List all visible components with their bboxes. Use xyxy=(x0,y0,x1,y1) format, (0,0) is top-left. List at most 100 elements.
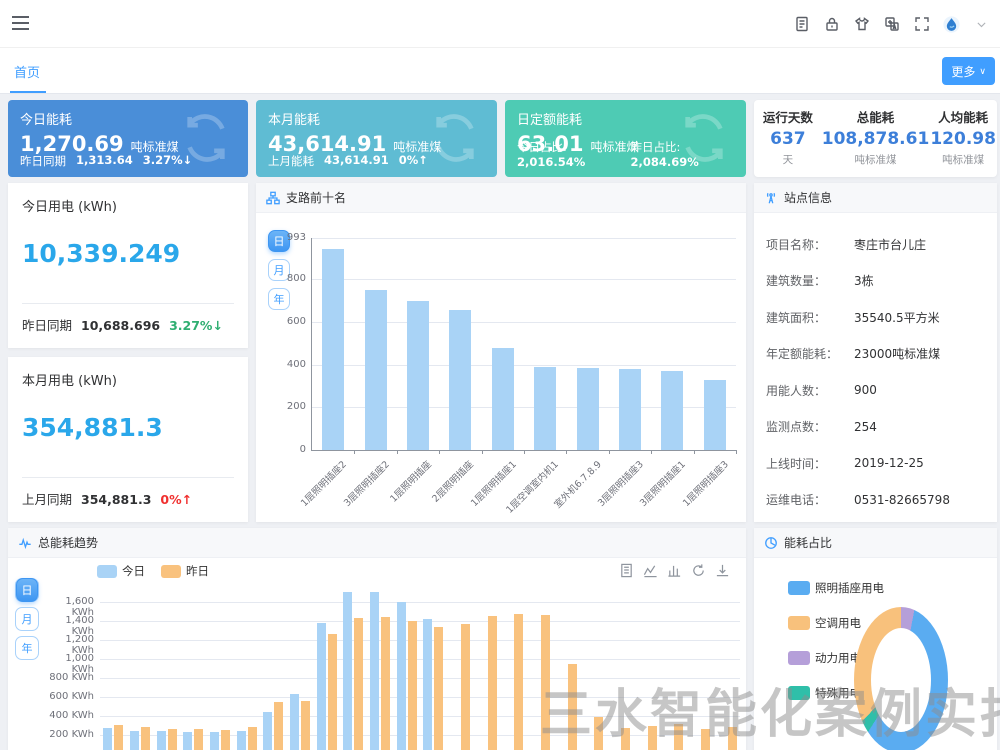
compare-label: 上月能耗 xyxy=(268,153,314,169)
panel-site-info: 站点信息 项目名称：枣庄市台儿庄 建筑数量：3栋 建筑面积：35540.5平方米… xyxy=(754,183,997,522)
trend-bar-yesterday[interactable] xyxy=(434,627,443,750)
trend-bar-yesterday[interactable] xyxy=(701,729,710,750)
trend-period-month-button[interactable]: 月 xyxy=(15,607,39,631)
site-info-row: 用能人数：900 xyxy=(766,372,985,409)
trend-bar-yesterday[interactable] xyxy=(408,621,417,750)
trend-bar-yesterday[interactable] xyxy=(728,727,737,750)
branch-bar-chart[interactable]: 02004006008009931层照明插座23层照明插座21层照明插座2层照明… xyxy=(312,238,736,450)
trend-bar-yesterday[interactable] xyxy=(594,717,603,750)
branch-bar[interactable] xyxy=(449,310,471,450)
legend-item-yesterday[interactable]: 昨日 xyxy=(161,563,209,579)
trend-bar-yesterday[interactable] xyxy=(328,634,337,750)
trend-bar-today[interactable] xyxy=(157,731,166,750)
more-caret-icon: ∨ xyxy=(979,66,986,77)
usage-compare-value: 354,881.3 xyxy=(81,492,151,507)
trend-bar-yesterday[interactable] xyxy=(514,614,523,750)
legend-label: 空调用电 xyxy=(815,615,861,631)
chevron-down-icon[interactable] xyxy=(973,16,990,33)
trend-bar-yesterday[interactable] xyxy=(194,729,203,750)
trend-bar-today[interactable] xyxy=(183,732,192,750)
usage-title: 今日用电 (kWh) xyxy=(22,196,234,215)
trend-bar-yesterday[interactable] xyxy=(674,724,683,750)
legend-swatch xyxy=(97,565,117,578)
trend-bar-yesterday[interactable] xyxy=(168,729,177,750)
refresh-icon[interactable] xyxy=(691,563,706,578)
card-month-energy: 本月能耗 43,614.91 吨标准煤 上月能耗 43,614.91 0%↑ xyxy=(256,100,497,177)
top-navbar xyxy=(0,0,1000,48)
ratio-today-label: 今日占比: xyxy=(517,140,567,154)
legend-swatch xyxy=(161,565,181,578)
trend-bar-yesterday[interactable] xyxy=(568,664,577,750)
trend-bar-yesterday[interactable] xyxy=(248,727,257,750)
trend-bar-today[interactable] xyxy=(263,712,272,750)
signal-tower-icon xyxy=(764,191,778,205)
legend-item-today[interactable]: 今日 xyxy=(97,563,145,579)
trend-period-day-button[interactable]: 日 xyxy=(15,578,39,602)
trend-bar-today[interactable] xyxy=(370,592,379,750)
trend-bar-yesterday[interactable] xyxy=(488,616,497,750)
panel-title: 站点信息 xyxy=(784,189,832,206)
total-energy: 总能耗 108,878.61 吨标准煤 xyxy=(822,100,930,177)
maintenance-log-icon[interactable] xyxy=(793,16,810,33)
trend-bar-today[interactable] xyxy=(103,728,112,750)
branch-bar[interactable] xyxy=(619,369,641,450)
branch-bar[interactable] xyxy=(492,348,514,451)
trend-bar-yesterday[interactable] xyxy=(648,726,657,750)
line-chart-icon[interactable] xyxy=(643,563,658,578)
branch-bar[interactable] xyxy=(365,290,387,450)
usage-compare-value: 10,688.696 xyxy=(81,318,160,333)
language-icon[interactable] xyxy=(883,16,900,33)
branch-bar[interactable] xyxy=(661,371,683,450)
trend-bar-yesterday[interactable] xyxy=(274,702,283,750)
branch-bar[interactable] xyxy=(577,368,599,450)
trend-bar-chart[interactable]: 200 KWh400 KWh600 KWh800 KWh1,000 KWh1,2… xyxy=(100,592,740,750)
branch-bar[interactable] xyxy=(704,380,726,451)
ratio-today-value: 2,016.54% xyxy=(517,155,585,169)
branch-bar[interactable] xyxy=(534,367,556,450)
panel-energy-trend: 总能耗趋势 今日 昨日 日 月 年 xyxy=(8,528,746,750)
data-view-icon[interactable] xyxy=(619,563,634,578)
trend-bar-yesterday[interactable] xyxy=(221,730,230,750)
tab-bar: 首页 更多∨ xyxy=(0,48,1000,94)
trend-bar-today[interactable] xyxy=(237,731,246,750)
trend-bar-today[interactable] xyxy=(343,592,352,750)
usage-title: 本月用电 (kWh) xyxy=(22,370,234,389)
bar-chart-icon[interactable] xyxy=(667,563,682,578)
trend-bar-today[interactable] xyxy=(317,623,326,750)
trend-bar-today[interactable] xyxy=(210,732,219,750)
trend-bar-today[interactable] xyxy=(130,731,139,750)
hamburger-menu-icon[interactable] xyxy=(12,16,29,31)
trend-bar-yesterday[interactable] xyxy=(621,728,630,750)
panel-branch-top10: 支路前十名 日 月 年 02004006008009931层照明插座23层照明插… xyxy=(256,183,746,522)
legend-item-lighting[interactable]: 照明插座用电 xyxy=(788,580,884,596)
panel-title: 支路前十名 xyxy=(286,189,346,206)
trend-bar-yesterday[interactable] xyxy=(301,701,310,750)
trend-period-year-button[interactable]: 年 xyxy=(15,636,39,660)
trend-bar-yesterday[interactable] xyxy=(461,624,470,750)
download-icon[interactable] xyxy=(715,563,730,578)
recycle-icon xyxy=(676,110,732,166)
lock-icon[interactable] xyxy=(823,16,840,33)
legend-swatch xyxy=(788,616,810,630)
trend-bar-today[interactable] xyxy=(397,602,406,750)
tab-home[interactable]: 首页 xyxy=(14,62,40,81)
branch-bar[interactable] xyxy=(322,249,344,450)
legend-swatch xyxy=(788,686,810,700)
trend-bar-yesterday[interactable] xyxy=(541,615,550,750)
branch-period-year-button[interactable]: 年 xyxy=(268,288,290,310)
ratio-yesterday-label: 昨日占比: xyxy=(631,140,681,154)
legend-label: 照明插座用电 xyxy=(815,580,884,596)
trend-bar-yesterday[interactable] xyxy=(381,617,390,750)
branch-bar[interactable] xyxy=(407,301,429,450)
trend-bar-yesterday[interactable] xyxy=(354,618,363,750)
trend-bar-today[interactable] xyxy=(290,694,299,750)
trend-bar-yesterday[interactable] xyxy=(114,725,123,750)
compare-value: 1,313.64 xyxy=(76,153,133,169)
theme-icon[interactable] xyxy=(853,16,870,33)
energy-ratio-donut-chart[interactable] xyxy=(854,607,948,750)
more-button[interactable]: 更多∨ xyxy=(942,57,995,85)
fullscreen-icon[interactable] xyxy=(913,16,930,33)
recycle-icon xyxy=(178,110,234,166)
trend-bar-yesterday[interactable] xyxy=(141,727,150,750)
trend-bar-today[interactable] xyxy=(423,619,432,750)
